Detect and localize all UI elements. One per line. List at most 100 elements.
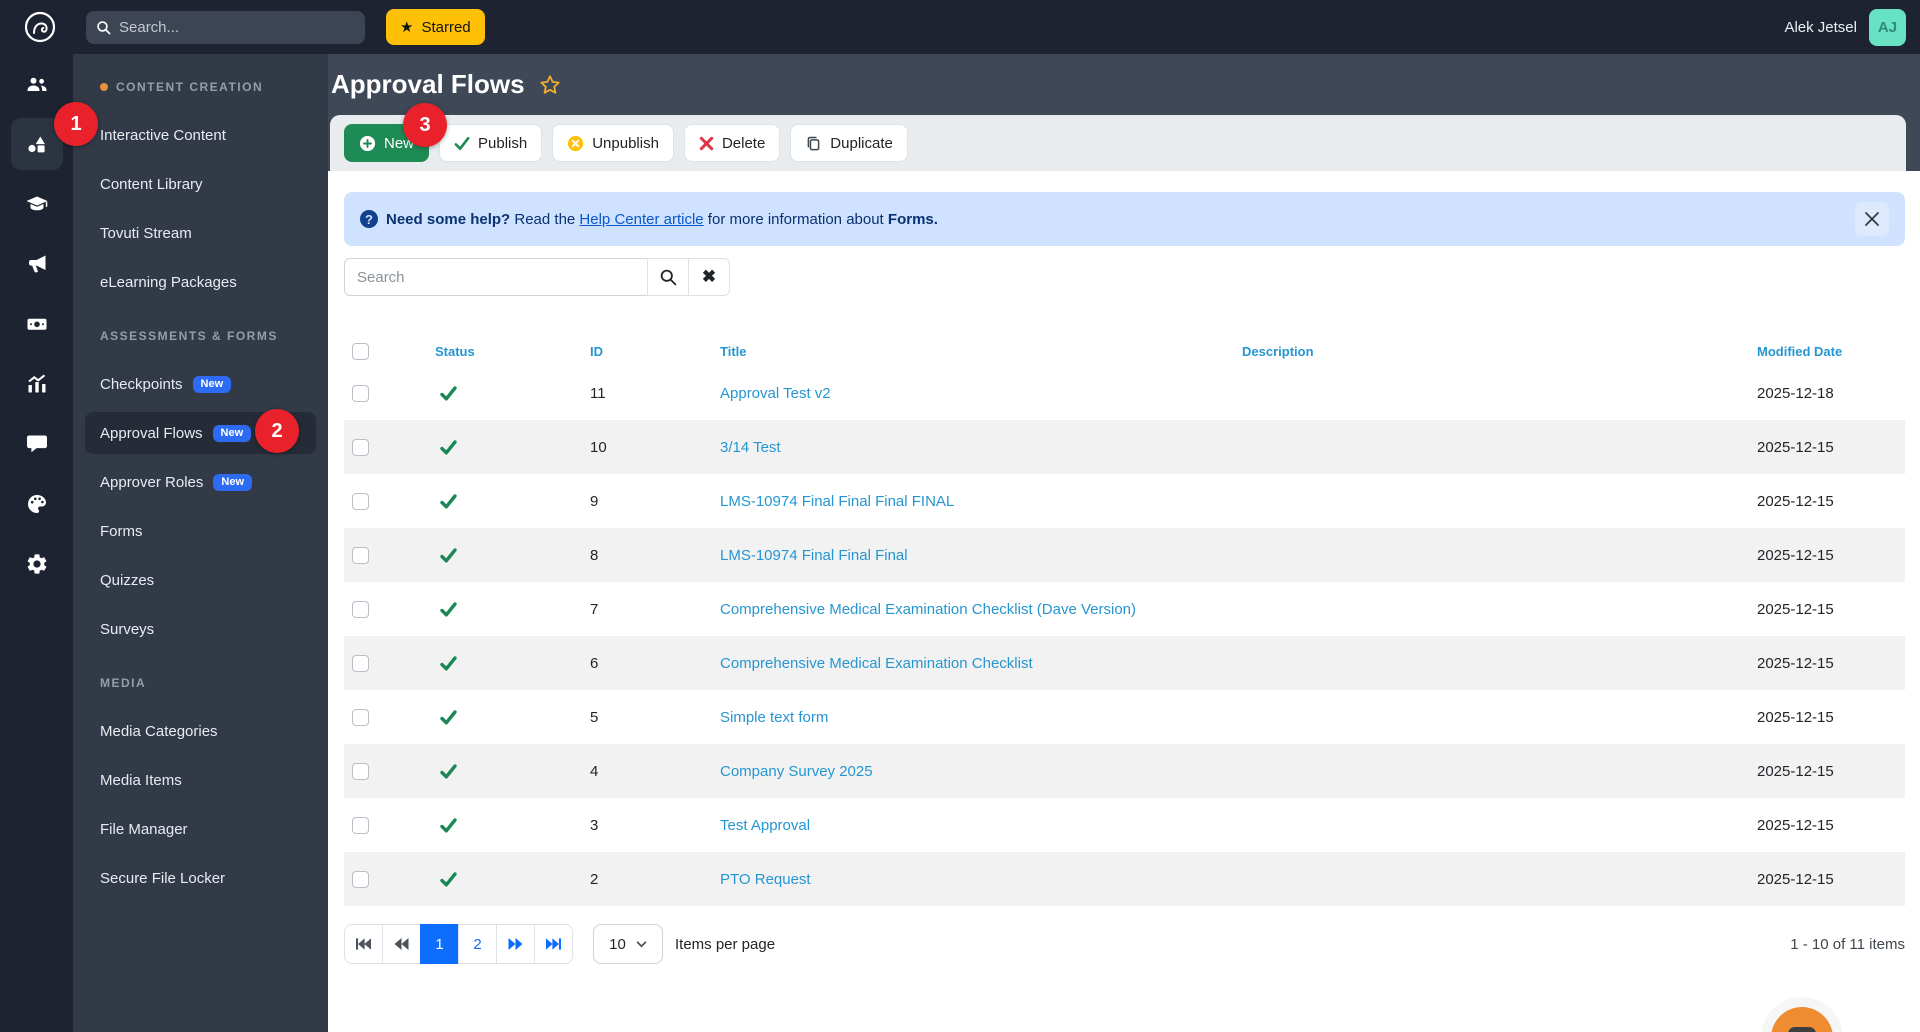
rail-item-settings[interactable] — [7, 534, 67, 594]
shapes-icon — [27, 136, 45, 153]
items-per-page-label: Items per page — [675, 935, 776, 953]
table-row: 11 Approval Test v2 2025-12-18 — [344, 366, 1905, 420]
row-checkbox[interactable] — [352, 870, 369, 888]
approval-flows-table: Status ID Title Description Modified Dat… — [344, 336, 1905, 906]
row-checkbox[interactable] — [352, 762, 369, 780]
last-page-icon — [546, 938, 561, 950]
last-page-button[interactable] — [534, 924, 573, 964]
chart-icon — [27, 374, 45, 393]
column-header-modified[interactable]: Modified Date — [1744, 336, 1905, 366]
search-clear-button[interactable]: ✖ — [688, 258, 730, 296]
page-2-button[interactable]: 2 — [458, 924, 497, 964]
first-page-button[interactable] — [344, 924, 383, 964]
help-center-link[interactable]: Help Center article — [579, 211, 703, 228]
row-checkbox[interactable] — [352, 708, 369, 726]
grid-search: ✖ — [344, 258, 1905, 296]
rail-item-reports[interactable] — [7, 354, 67, 414]
sidebar-item-interactive-content[interactable]: Interactive Content — [73, 111, 328, 160]
sidebar-item-elearning-packages[interactable]: eLearning Packages — [73, 258, 328, 307]
row-title-link[interactable]: Test Approval — [720, 817, 810, 834]
published-check-icon — [440, 601, 457, 616]
sidebar-item-media-categories[interactable]: Media Categories — [73, 707, 328, 756]
grid-toolbar: New Publish Unpublish Delete Duplicate — [330, 115, 1906, 171]
sidebar-item-checkpoints[interactable]: Checkpoints New — [73, 360, 328, 409]
rail-item-branding[interactable] — [7, 474, 67, 534]
rail-item-people[interactable] — [7, 54, 67, 114]
copy-icon — [807, 136, 820, 150]
rail-item-marketing[interactable] — [7, 234, 67, 294]
red-x-icon — [699, 136, 714, 150]
row-checkbox[interactable] — [352, 438, 369, 456]
orange-dot-icon — [100, 82, 108, 91]
delete-button[interactable]: Delete — [683, 124, 781, 162]
tovuti-logo-icon[interactable] — [24, 11, 56, 43]
search-submit-button[interactable] — [647, 258, 689, 296]
unpublish-button[interactable]: Unpublish — [552, 124, 674, 162]
starred-label: Starred — [421, 18, 471, 36]
check-icon — [454, 136, 470, 150]
published-check-icon — [440, 439, 457, 454]
sidebar-item-tovuti-stream[interactable]: Tovuti Stream — [73, 209, 328, 258]
row-checkbox[interactable] — [352, 654, 369, 672]
row-title-link[interactable]: Approval Test v2 — [720, 385, 831, 402]
duplicate-button[interactable]: Duplicate — [790, 124, 908, 162]
top-bar: ★ Starred Alek Jetsel AJ — [0, 0, 1920, 54]
rail-item-learning[interactable] — [7, 174, 67, 234]
next-page-button[interactable] — [496, 924, 535, 964]
sidebar-item-forms[interactable]: Forms — [73, 507, 328, 556]
rail-item-messaging[interactable] — [7, 414, 67, 474]
sidebar-item-quizzes[interactable]: Quizzes — [73, 556, 328, 605]
chat-bubble-icon — [1788, 1027, 1816, 1032]
row-title-link[interactable]: LMS-10974 Final Final Final FINAL — [720, 493, 954, 510]
users-icon — [27, 77, 46, 91]
gear-icon — [27, 554, 46, 574]
plus-circle-icon — [359, 135, 376, 151]
column-header-description[interactable]: Description — [1230, 336, 1744, 366]
row-checkbox[interactable] — [352, 384, 369, 402]
content-sheet: ? Need some help? Read the Help Center a… — [328, 171, 1920, 1032]
sidebar-section-assessments-forms: ASSESSMENTS & FORMS — [100, 328, 278, 343]
row-title-link[interactable]: Simple text form — [720, 709, 828, 726]
row-checkbox[interactable] — [352, 816, 369, 834]
row-title-link[interactable]: LMS-10974 Final Final Final — [720, 547, 908, 564]
annotation-step-3: 3 — [403, 103, 447, 147]
row-checkbox[interactable] — [352, 492, 369, 510]
sidebar-item-media-items[interactable]: Media Items — [73, 756, 328, 805]
sidebar-item-secure-file-locker[interactable]: Secure File Locker — [73, 854, 328, 903]
prev-page-button[interactable] — [382, 924, 421, 964]
row-checkbox[interactable] — [352, 546, 369, 564]
row-title-link[interactable]: 3/14 Test — [720, 439, 781, 456]
row-checkbox[interactable] — [352, 600, 369, 618]
table-row: 8 LMS-10974 Final Final Final 2025-12-15 — [344, 528, 1905, 582]
table-header-row: Status ID Title Description Modified Dat… — [344, 336, 1905, 366]
sidebar-item-file-manager[interactable]: File Manager — [73, 805, 328, 854]
avatar[interactable]: AJ — [1869, 8, 1906, 46]
table-row: 4 Company Survey 2025 2025-12-15 — [344, 744, 1905, 798]
column-header-status[interactable]: Status — [400, 336, 574, 366]
user-name[interactable]: Alek Jetsel — [1784, 19, 1857, 36]
published-check-icon — [440, 763, 457, 778]
row-title-link[interactable]: Comprehensive Medical Examination Checkl… — [720, 655, 1033, 672]
row-title-link[interactable]: PTO Request — [720, 871, 811, 888]
sidebar-item-surveys[interactable]: Surveys — [73, 605, 328, 654]
table-row: 10 3/14 Test 2025-12-15 — [344, 420, 1905, 474]
column-header-title[interactable]: Title — [704, 336, 1230, 366]
chevron-down-icon — [636, 940, 647, 947]
annotation-step-1: 1 — [54, 102, 98, 146]
column-header-id[interactable]: ID — [574, 336, 704, 366]
favorite-star-icon[interactable] — [539, 74, 561, 96]
page-size-select[interactable]: 10 — [593, 924, 663, 964]
row-title-link[interactable]: Comprehensive Medical Examination Checkl… — [720, 601, 1136, 618]
starred-button[interactable]: ★ Starred — [386, 9, 485, 45]
rail-item-commerce[interactable] — [7, 294, 67, 354]
sidebar-item-content-library[interactable]: Content Library — [73, 160, 328, 209]
publish-button[interactable]: Publish — [439, 124, 543, 162]
row-title-link[interactable]: Company Survey 2025 — [720, 763, 873, 780]
banner-close-button[interactable] — [1855, 202, 1889, 236]
grid-search-input[interactable] — [344, 258, 648, 296]
global-search-input[interactable] — [119, 18, 355, 36]
select-all-checkbox[interactable] — [352, 342, 369, 360]
page-1-button[interactable]: 1 — [420, 924, 459, 964]
sidebar-item-approver-roles[interactable]: Approver Roles New — [73, 458, 328, 507]
table-row: 9 LMS-10974 Final Final Final FINAL 2025… — [344, 474, 1905, 528]
